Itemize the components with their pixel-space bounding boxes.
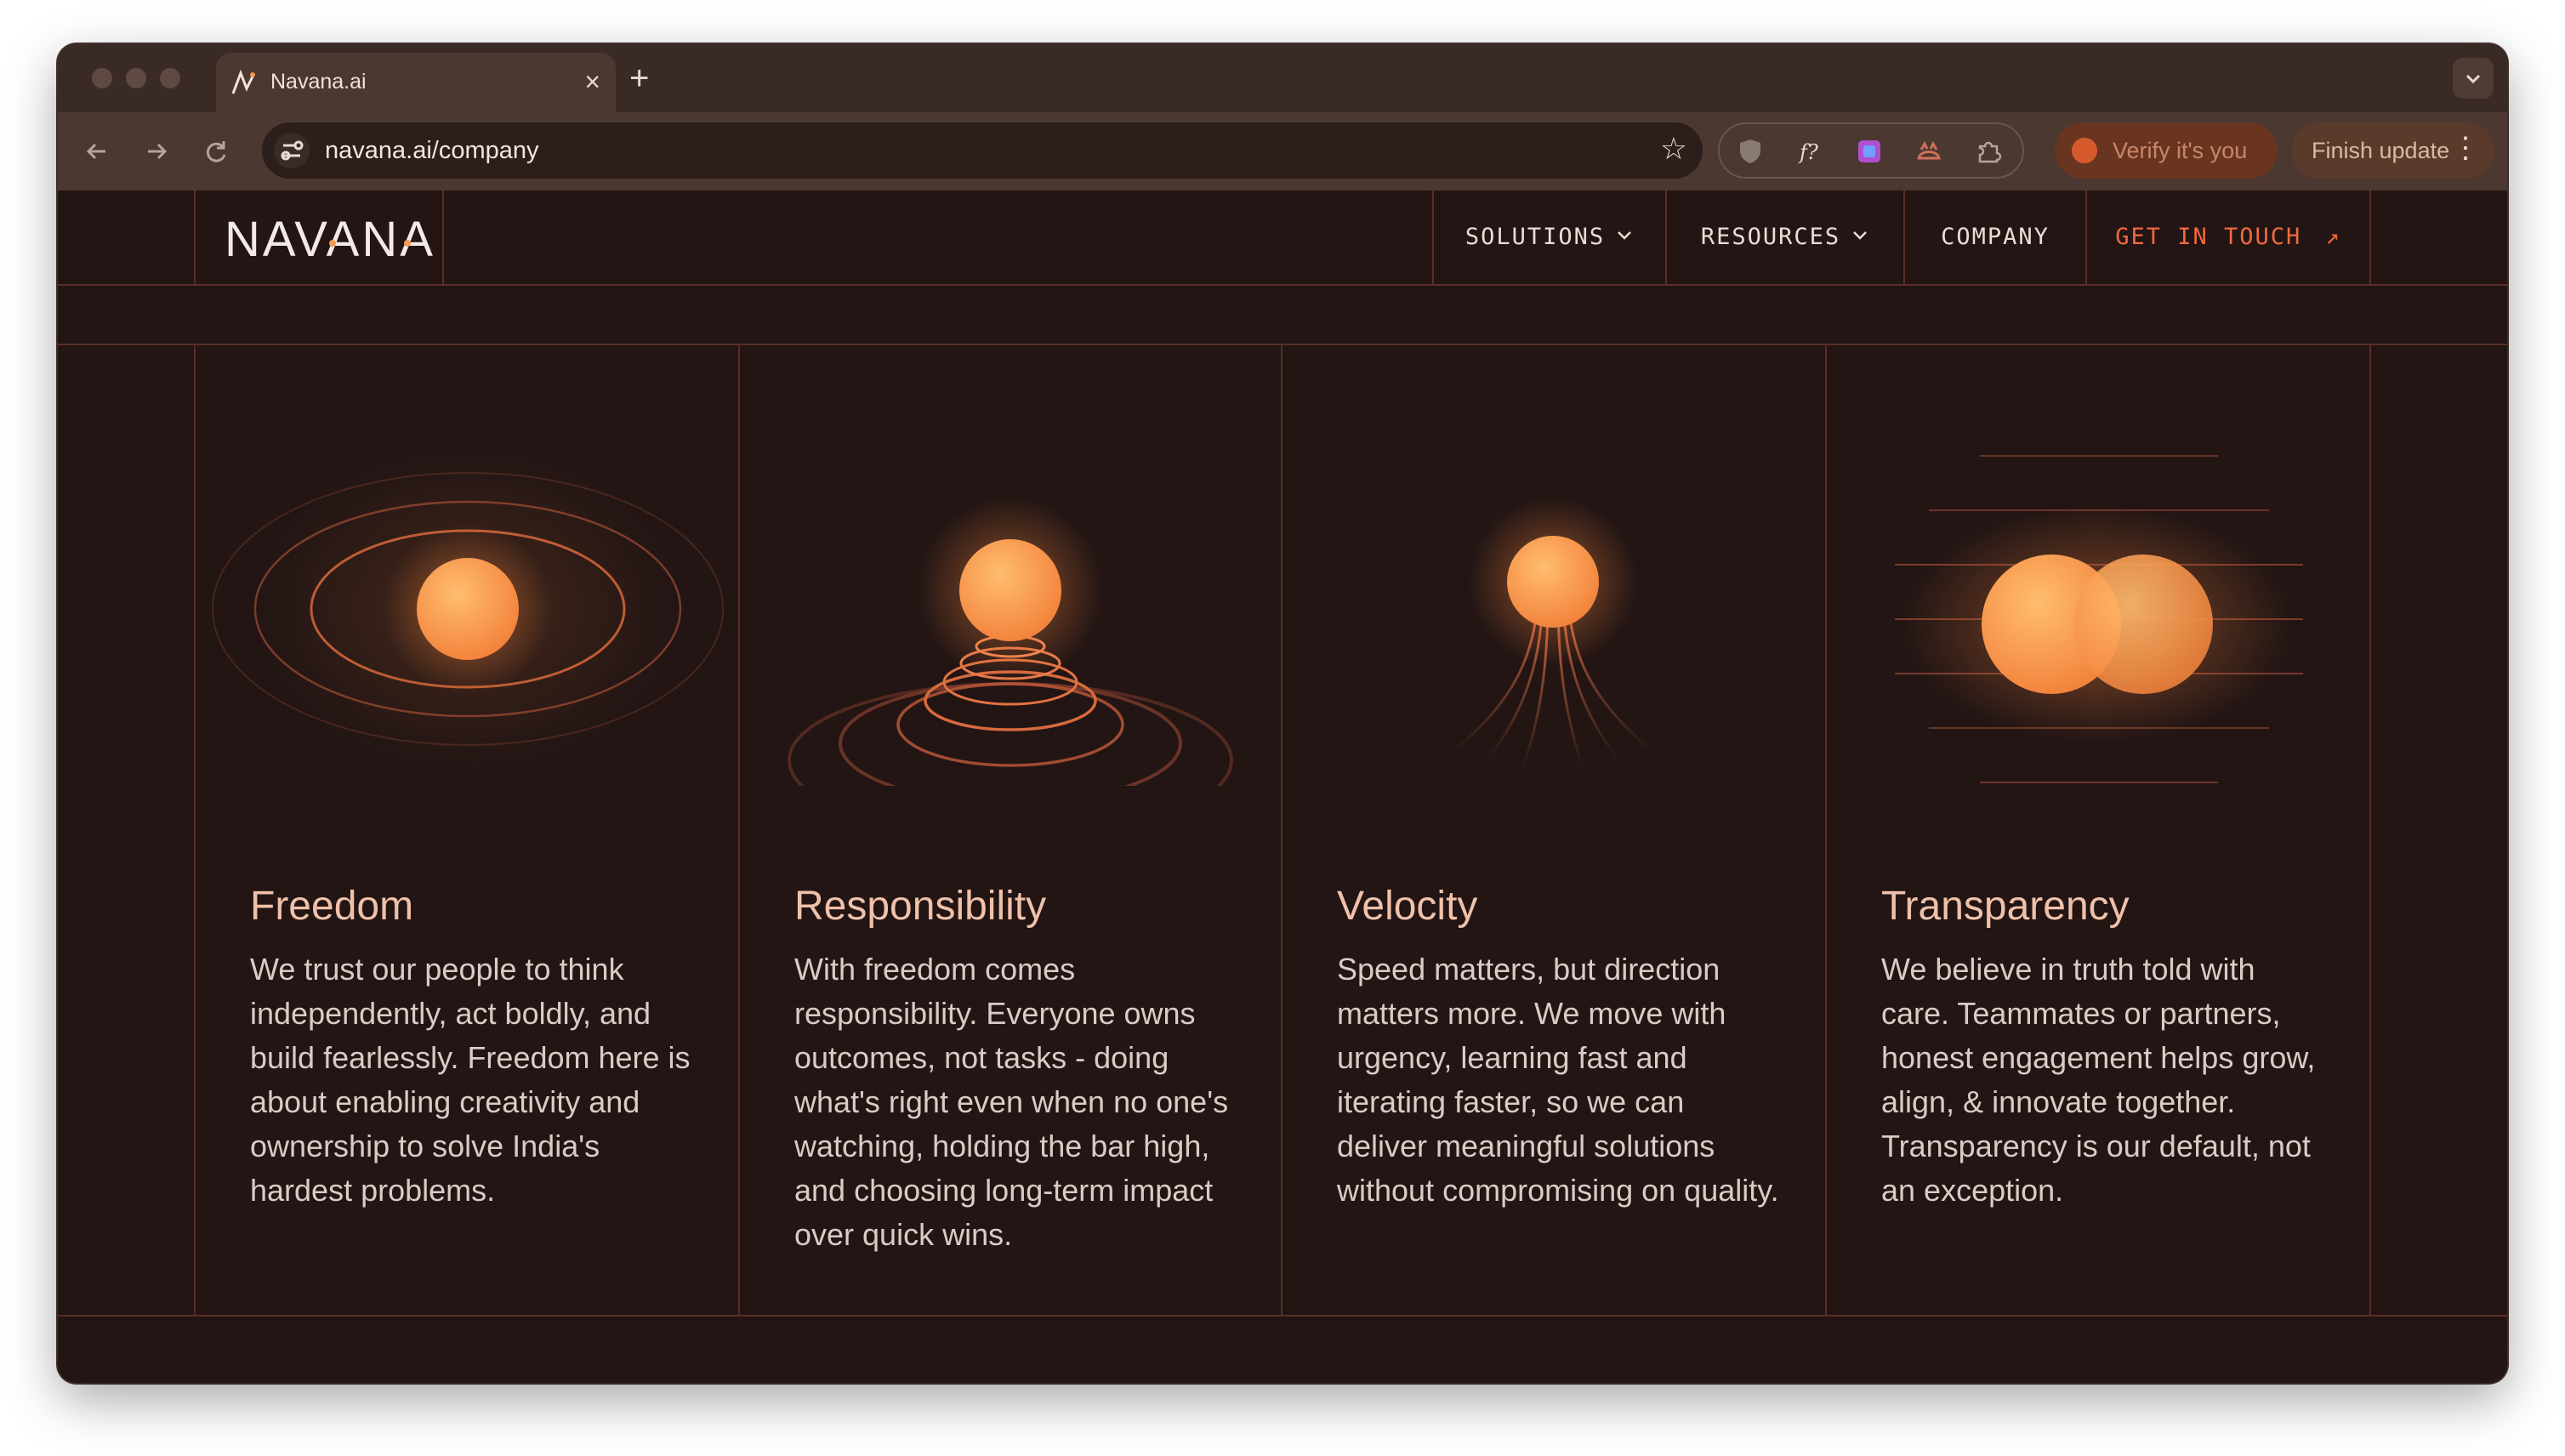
divider <box>2369 191 2371 284</box>
chevron-down-icon <box>1618 231 1632 240</box>
svg-text:f?: f? <box>1798 140 1818 164</box>
ripple-rings-illustration <box>788 497 1233 786</box>
address-bar[interactable]: navana.ai/company ☆ <box>262 122 1703 179</box>
menu-icon[interactable]: ⋮ <box>2451 131 2480 165</box>
finish-update-button[interactable]: Finish update ⋮ <box>2291 122 2495 179</box>
logo-dot <box>404 240 411 247</box>
value-description: We believe in truth told with care. Team… <box>1881 952 2316 1208</box>
value-card-velocity: Velocity Speed matters, but direction ma… <box>1282 344 1825 1315</box>
value-description: We trust our people to think independent… <box>250 952 691 1208</box>
bookmark-star-icon[interactable]: ☆ <box>1660 131 1687 167</box>
value-title: Freedom <box>250 884 414 929</box>
divider <box>442 191 444 284</box>
minimize-window-button[interactable] <box>126 68 146 88</box>
fx-icon[interactable]: f? <box>1794 136 1825 167</box>
verify-label: Verify it's you <box>2113 138 2248 163</box>
nav-solutions[interactable]: SOLUTIONS <box>1434 191 1665 284</box>
get-in-touch-button[interactable]: GET IN TOUCH ↗ <box>2087 191 2369 284</box>
value-card-freedom: Freedom We trust our people to think ind… <box>196 344 738 1315</box>
divider <box>58 284 2507 286</box>
value-title: Transparency <box>1881 884 2130 929</box>
zoom-window-button[interactable] <box>160 68 180 88</box>
navana-logo[interactable]: NAVANA <box>225 211 435 268</box>
finish-update-label: Finish update <box>2312 138 2450 163</box>
arrow-up-right-icon: ↗ <box>2325 224 2341 250</box>
verify-button[interactable]: Verify it's you <box>2055 122 2278 179</box>
value-description: With freedom comes responsibility. Every… <box>794 952 1229 1252</box>
profile-icon <box>2072 138 2097 163</box>
browser-toolbar: navana.ai/company ☆ f? Verify it's you F… <box>58 112 2507 191</box>
divider <box>58 1315 2507 1317</box>
value-title: Responsibility <box>794 884 1047 929</box>
nav-company-label: COMPANY <box>1941 224 2050 250</box>
divider <box>2369 344 2371 1315</box>
falling-trails-illustration <box>1452 497 1654 773</box>
new-tab-button[interactable]: + <box>629 60 649 97</box>
tab-close-icon[interactable]: × <box>584 65 600 99</box>
logo-dot <box>329 240 336 247</box>
divider <box>194 191 196 284</box>
chevron-down-icon <box>2465 74 2481 84</box>
site-settings-icon[interactable] <box>274 133 310 168</box>
nav-resources[interactable]: RESOURCES <box>1667 191 1903 284</box>
browser-window: Navana.ai × + navana.ai/company ☆ f? Ver… <box>58 44 2507 1383</box>
url-text: navana.ai/company <box>325 137 539 164</box>
cat-extension-icon[interactable] <box>1914 136 1944 167</box>
nav-solutions-label: SOLUTIONS <box>1464 224 1606 250</box>
navana-company-page: NAVANA SOLUTIONS RESOURCES COMPANY GET I… <box>58 191 2507 1383</box>
value-title: Velocity <box>1337 884 1478 929</box>
overlapping-circles-illustration <box>1895 455 2303 783</box>
tab-search-button[interactable] <box>2453 58 2494 99</box>
orbit-rings-illustration <box>212 447 724 769</box>
forward-icon[interactable] <box>136 131 177 172</box>
back-icon[interactable] <box>77 131 117 172</box>
shield-icon[interactable] <box>1735 136 1766 167</box>
value-card-transparency: Transparency We believe in truth told wi… <box>1827 344 2369 1315</box>
nav-company[interactable]: COMPANY <box>1905 191 2085 284</box>
value-card-responsibility: Responsibility With freedom comes respon… <box>740 344 1282 1315</box>
navana-favicon-icon <box>231 69 255 94</box>
close-window-button[interactable] <box>92 68 112 88</box>
extensions-group: f? <box>1718 122 2024 179</box>
tab-strip: Navana.ai × + <box>58 44 2507 112</box>
chevron-down-icon <box>1853 231 1868 240</box>
extension-icon[interactable] <box>1854 136 1885 167</box>
get-in-touch-label: GET IN TOUCH <box>2115 224 2302 250</box>
tab-title: Navana.ai <box>270 70 367 94</box>
value-description: Speed matters, but direction matters mor… <box>1337 952 1779 1208</box>
nav-resources-label: RESOURCES <box>1700 224 1841 250</box>
tab-navana[interactable]: Navana.ai × <box>216 53 616 112</box>
puzzle-icon[interactable] <box>1973 136 2004 167</box>
reload-icon[interactable] <box>196 131 236 172</box>
